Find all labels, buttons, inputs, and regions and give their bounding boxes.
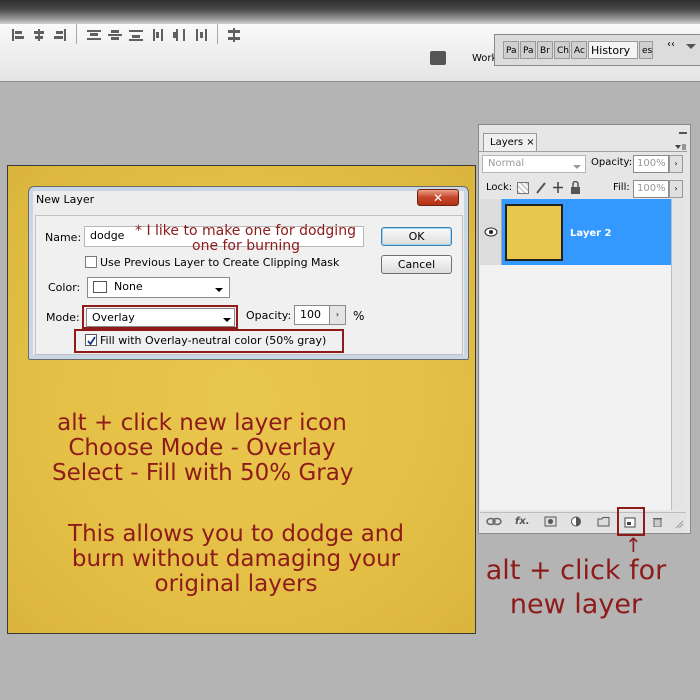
align-right-button[interactable] [52,28,68,42]
layer-thumbnail [505,204,563,261]
dialog-close-button[interactable]: ✕ [417,189,459,206]
panel-tab-pa[interactable]: Pa [503,41,519,59]
toolbar-separator [76,24,77,44]
panel-tab-es[interactable]: es [639,41,653,59]
color-swatch-icon [93,281,107,293]
new-group-icon[interactable] [597,516,610,527]
layers-fill-input[interactable]: 100% [633,180,669,198]
distribute-bottom-button[interactable] [128,28,144,42]
layer-name[interactable]: Layer 2 [570,228,611,239]
window-title-strip [0,0,700,24]
panel-collapse-icon[interactable]: ‹‹ [667,39,675,50]
panel-tab-ac[interactable]: Ac [571,41,587,59]
fill-slider-button[interactable]: › [669,180,683,198]
lock-icon[interactable] [570,180,581,194]
use-previous-checkbox[interactable] [85,256,97,268]
chevron-down-icon [214,283,224,292]
toolbar-separator [217,24,218,44]
layers-scrollbar[interactable] [671,199,686,510]
opacity-input[interactable]: 100 [294,305,330,325]
resize-grip-icon[interactable] [674,518,684,529]
annotation-explanation: This allows you to dodge and burn withou… [58,522,414,597]
distribute-right-button[interactable] [193,28,209,42]
annotation-line: original layers [154,571,318,597]
distribute-top-button[interactable] [86,28,102,42]
fill-neutral-label: Fill with Overlay-neutral color (50% gra… [100,334,327,347]
workspace-icon[interactable] [430,51,446,65]
panel-tab-br[interactable]: Br [537,41,553,59]
move-icon[interactable] [552,181,564,194]
annotation-step: alt + click new layer icon [57,410,347,436]
opacity-slider-button[interactable]: › [669,155,683,173]
panel-tab-ch[interactable]: Ch [554,41,570,59]
add-mask-icon[interactable] [544,516,557,527]
layer-list [480,265,671,510]
annotation-step: Choose Mode - Overlay [68,435,336,461]
annotation-line: burn without damaging your [71,546,401,572]
lock-label: Lock: [486,182,513,193]
panel-collapse-icon[interactable] [678,127,688,135]
distribute-left-button[interactable] [151,28,167,42]
ok-button[interactable]: OK [381,227,452,246]
panel-tab-history[interactable]: History [588,41,638,59]
dialog-title: New Layer [36,193,95,206]
auto-align-button[interactable] [226,28,242,42]
lock-transparent-icon[interactable] [517,182,529,194]
layers-fill-label: Fill: [613,182,630,193]
link-layers-icon[interactable] [486,516,502,527]
blend-mode-select[interactable]: Normal [482,155,586,173]
annotation-steps: alt + click new layer icon Choose Mode -… [52,410,354,486]
annotation-line: alt + click for [485,555,667,586]
tab-layers-label: Layers [490,137,524,148]
panel-menu-icon[interactable] [684,41,698,53]
name-label: Name: [45,231,82,244]
brush-icon[interactable] [535,181,547,194]
cancel-button[interactable]: Cancel [381,255,452,274]
annotation-line: new layer [509,589,643,620]
mode-label: Mode: [46,311,80,324]
chevron-down-icon [572,160,582,169]
color-label: Color: [48,281,81,294]
annotation-line: This allows you to dodge and [68,521,404,547]
opacity-label: Opacity: [246,309,292,322]
distribute-center-button[interactable] [172,28,188,42]
close-icon[interactable]: × [526,137,534,148]
name-note-line2: one for burning [192,238,300,254]
color-select[interactable]: None [87,277,230,298]
fill-neutral-checkbox[interactable] [85,334,97,346]
layers-opacity-input[interactable]: 100% [633,155,669,173]
name-note-line1: * I like to make one for dodging [135,223,356,239]
eye-icon[interactable] [484,226,498,237]
annotation-step: Select - Fill with 50% Gray [52,460,354,486]
tab-layers[interactable]: Layers × [483,133,537,152]
trash-icon[interactable] [651,516,664,528]
opacity-unit: % [353,309,365,323]
chevron-down-icon [222,313,232,322]
align-left-button[interactable] [10,28,26,42]
new-layer-icon[interactable] [624,517,637,528]
mode-select[interactable]: Overlay [86,308,235,327]
panel-tab-pa[interactable]: Pa [520,41,536,59]
use-previous-label: Use Previous Layer to Create Clipping Ma… [100,256,340,269]
opacity-slider-button[interactable]: › [329,305,346,325]
annotation-footer-note: alt + click for new layer [481,554,671,622]
tab-divider [479,151,687,152]
distribute-middle-button[interactable] [107,28,123,42]
layer-style-fx-icon[interactable]: fx. [515,516,535,527]
layers-opacity-label: Opacity: [591,157,633,168]
adjustment-layer-icon[interactable] [570,516,583,527]
align-center-button[interactable] [31,28,47,42]
